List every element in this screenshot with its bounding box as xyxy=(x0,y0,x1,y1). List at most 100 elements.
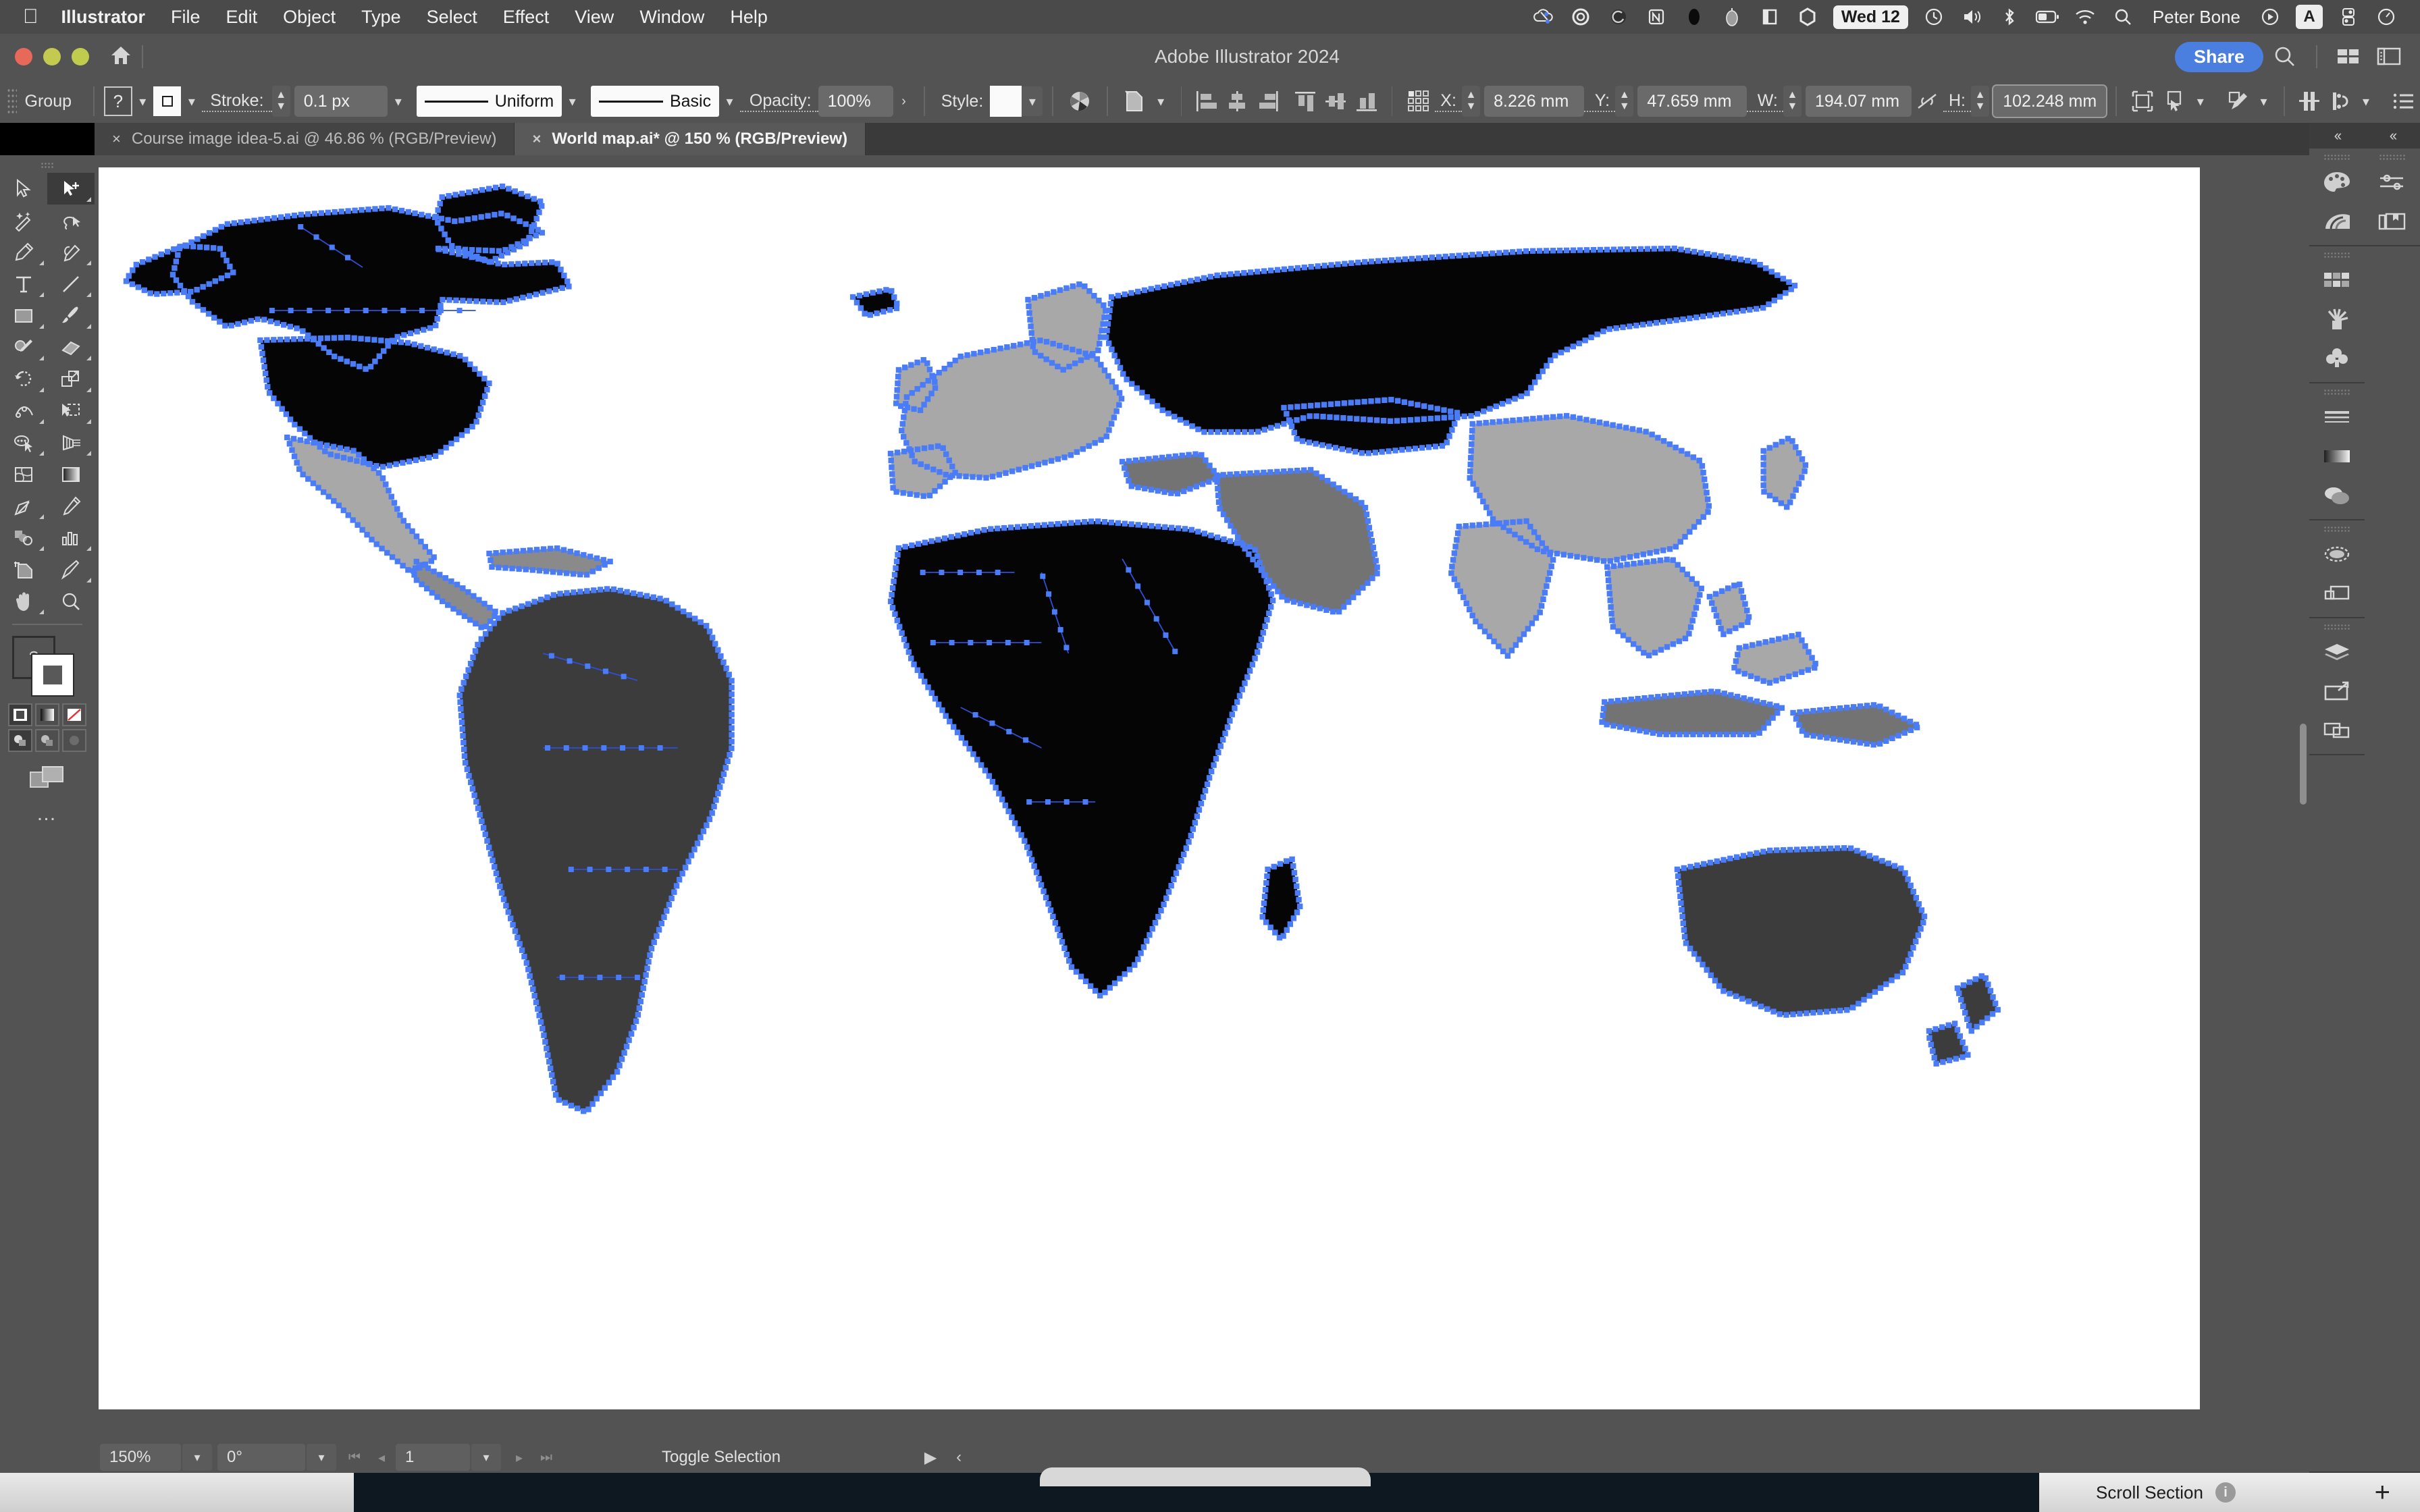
menu-item-select[interactable]: Select xyxy=(427,7,477,28)
shaper-tool[interactable] xyxy=(0,331,47,363)
search-icon[interactable] xyxy=(2104,0,2142,34)
w-stepper[interactable]: ▲ ▼ xyxy=(1783,86,1801,117)
color-swatch[interactable] xyxy=(8,703,32,726)
zoom-button[interactable] xyxy=(72,48,89,65)
curvature-tool[interactable] xyxy=(47,236,95,268)
artboard-tool[interactable] xyxy=(0,554,47,585)
dock-group-grip[interactable] xyxy=(2323,154,2350,160)
symbol-sprayer-tool[interactable] xyxy=(0,522,47,554)
fill-swatch-chevron-down-icon[interactable]: ▾ xyxy=(132,86,153,116)
brushes-panel-icon[interactable] xyxy=(2309,300,2365,339)
graphic-style-swatch[interactable] xyxy=(990,86,1022,117)
close-button[interactable] xyxy=(15,48,32,65)
menu-item-file[interactable]: File xyxy=(171,7,201,28)
stroke-color-swatch[interactable] xyxy=(153,86,182,116)
shape-builder-tool[interactable] xyxy=(0,427,47,458)
brush-chevron-down-icon[interactable]: ▾ xyxy=(719,86,740,116)
magic-wand-tool[interactable] xyxy=(0,205,47,236)
paintbrush-tool[interactable] xyxy=(47,300,95,331)
scale-tool[interactable] xyxy=(47,363,95,395)
align-center-v-icon[interactable] xyxy=(1321,90,1351,113)
hand-tool[interactable] xyxy=(0,585,47,617)
prev-page-icon[interactable]: ◂ xyxy=(369,1444,394,1471)
stroke-panel-icon[interactable] xyxy=(2309,398,2365,437)
color-panel-icon[interactable] xyxy=(2309,163,2365,202)
x-stepper[interactable]: ▲ ▼ xyxy=(1461,86,1481,117)
w-input[interactable]: 194.07 mm xyxy=(1806,86,1912,117)
workspace-switcher-icon[interactable] xyxy=(2330,38,2367,76)
free-transform-tool[interactable] xyxy=(47,395,95,427)
zoom-chevron-down-icon[interactable]: ▾ xyxy=(182,1444,212,1471)
control-center-icon[interactable] xyxy=(2330,0,2367,34)
menu-item-view[interactable]: View xyxy=(575,7,614,28)
gradient-tool[interactable] xyxy=(47,458,95,490)
menu-item-effect[interactable]: Effect xyxy=(503,7,550,28)
more-options-icon[interactable] xyxy=(2386,91,2420,111)
menu-item-type[interactable]: Type xyxy=(361,7,401,28)
gradient-panel-icon[interactable] xyxy=(2309,437,2365,476)
libraries-panel-icon[interactable] xyxy=(2365,202,2420,241)
draw-inside[interactable] xyxy=(62,729,86,752)
rectangle-tool[interactable] xyxy=(0,300,47,331)
h-stepper[interactable]: ▲ ▼ xyxy=(1970,86,1990,117)
align-center-h-icon[interactable] xyxy=(1222,90,1253,113)
isolate-chevron-down-icon[interactable]: ▾ xyxy=(2190,86,2211,116)
canvas-area[interactable] xyxy=(95,155,2309,1473)
menu-item-object[interactable]: Object xyxy=(283,7,336,28)
distribute-spacing-icon[interactable] xyxy=(2294,90,2325,113)
stroke-profile-select[interactable]: Uniform xyxy=(417,86,562,117)
status-text[interactable]: Toggle Selection xyxy=(662,1448,781,1467)
cloud-sync-icon[interactable] xyxy=(1524,0,1562,34)
column-graph-tool[interactable] xyxy=(47,522,95,554)
fill-color-box[interactable] xyxy=(31,653,74,697)
eyedropper-tool[interactable] xyxy=(0,490,47,522)
zoom-tool[interactable] xyxy=(47,585,95,617)
asset-export-panel-icon[interactable] xyxy=(2309,672,2365,711)
align-left-icon[interactable] xyxy=(1191,90,1221,113)
y-stepper[interactable]: ▲ ▼ xyxy=(1615,86,1634,117)
align-bottom-icon[interactable] xyxy=(1351,90,1382,113)
h-input[interactable]: 102.248 mm xyxy=(1992,84,2108,118)
ellipse-black-icon[interactable] xyxy=(1675,0,1713,34)
dock-group-grip[interactable] xyxy=(2323,389,2350,395)
artboard[interactable] xyxy=(99,167,2200,1409)
first-page-icon[interactable]: ⏮ xyxy=(342,1444,367,1471)
search-icon[interactable] xyxy=(2266,38,2304,76)
type-tool[interactable] xyxy=(0,268,47,300)
dock-group-grip[interactable] xyxy=(2323,252,2350,258)
slice-tool[interactable] xyxy=(47,554,95,585)
status-resize-icon[interactable]: ‹ xyxy=(945,1444,972,1471)
appearance-panel-icon[interactable] xyxy=(2309,535,2365,574)
tools-panel-grip[interactable] xyxy=(41,162,54,169)
page-chevron-down-icon[interactable]: ▾ xyxy=(471,1444,501,1471)
transform-icon[interactable] xyxy=(2126,89,2159,113)
stroke-width-chevron-down-icon[interactable]: ▾ xyxy=(388,86,409,116)
plus-icon[interactable]: + xyxy=(2375,1478,2390,1508)
menu-item-illustrator[interactable]: Illustrator xyxy=(61,7,146,28)
selection-tool[interactable] xyxy=(0,173,47,205)
color-guide-panel-icon[interactable] xyxy=(2309,202,2365,241)
draw-inside-chevron-down-icon[interactable]: ▾ xyxy=(2253,86,2274,116)
select-similar-chevron-down-icon[interactable]: ▾ xyxy=(1151,86,1172,116)
clipping-chevron-down-icon[interactable]: ▾ xyxy=(2356,86,2377,116)
menu-item-window[interactable]: Window xyxy=(639,7,704,28)
tab-world-map[interactable]: × World map.ai* @ 150 % (RGB/Preview) xyxy=(515,123,866,155)
perspective-grid-tool[interactable] xyxy=(47,427,95,458)
stroke-width-input[interactable]: 0.1 px xyxy=(294,86,388,117)
time-machine-icon[interactable] xyxy=(1915,0,1953,34)
bluetooth-icon[interactable] xyxy=(1991,0,2028,34)
apple-logo-icon[interactable]:  xyxy=(23,7,38,27)
collapse-panels-icon-2[interactable]: ‹‹ xyxy=(2365,123,2420,148)
direct-selection-tool[interactable] xyxy=(47,173,95,205)
canvas-vertical-scrollbar[interactable] xyxy=(2298,170,2308,1432)
info-icon[interactable]: i xyxy=(2215,1482,2236,1503)
siri-icon[interactable] xyxy=(2367,0,2405,34)
select-similar-icon[interactable] xyxy=(1117,89,1151,113)
rotation-input[interactable]: 0° xyxy=(217,1444,305,1471)
eraser-tool[interactable] xyxy=(47,331,95,363)
dock-group-grip[interactable] xyxy=(2323,526,2350,532)
tab-course-image-idea-5[interactable]: × Course image idea-5.ai @ 46.86 % (RGB/… xyxy=(95,123,515,155)
hexagon-icon[interactable] xyxy=(1789,0,1826,34)
make-clipping-mask-icon[interactable] xyxy=(2325,90,2355,113)
battery-icon[interactable] xyxy=(2028,0,2066,34)
